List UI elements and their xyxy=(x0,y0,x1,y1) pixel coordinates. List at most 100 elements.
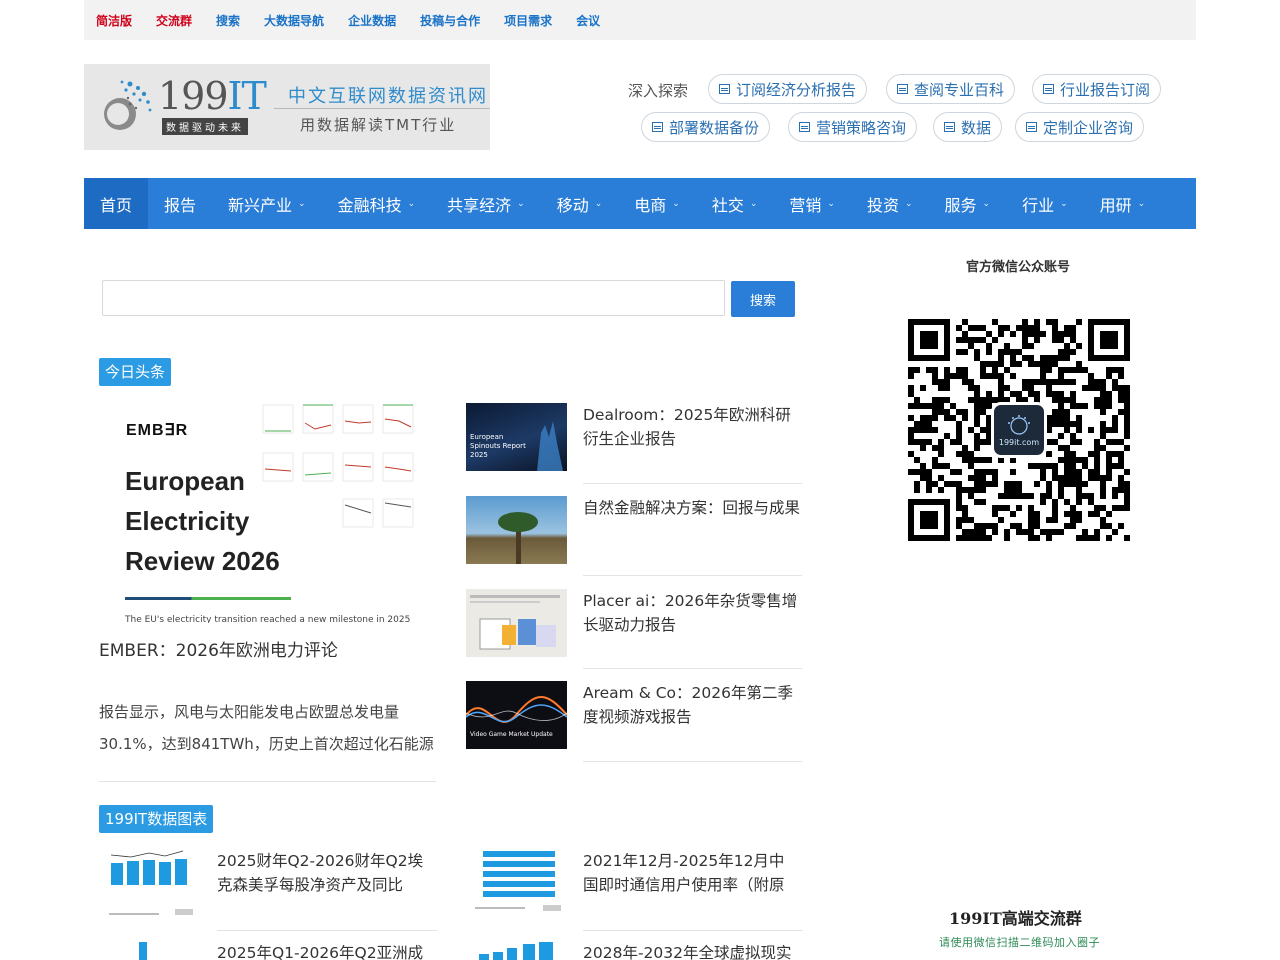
chevron-down-icon: ⌄ xyxy=(298,198,306,209)
logo-slogan: 用数据解读TMT行业 xyxy=(300,116,457,134)
nav-item-label: 共享经济 xyxy=(447,195,512,215)
nav-item-3[interactable]: 金融科技 ⌄ xyxy=(322,178,432,229)
hbar-chart-thumb xyxy=(475,851,561,911)
nav-item-label: 首页 xyxy=(100,195,133,215)
tree-illustration xyxy=(498,512,538,564)
nav-item-2[interactable]: 新兴产业 ⌄ xyxy=(212,178,322,229)
feature-divider xyxy=(99,781,436,782)
sound-wave-illustration xyxy=(466,696,567,723)
nav-item-label: 服务 xyxy=(944,195,977,215)
explore-pill-label: 行业报告订阅 xyxy=(1060,80,1151,99)
grocery-illustration xyxy=(470,595,560,650)
news-title-1[interactable]: 自然金融解决方案：回报与成果 xyxy=(583,496,803,520)
site-logo[interactable]: 199IT 数据驱动未来 中文互联网数据资讯网 用数据解读TMT行业 xyxy=(84,64,490,150)
explore-pill-2[interactable]: 行业报告订阅 xyxy=(1032,74,1162,104)
chevron-down-icon: ⌄ xyxy=(517,198,525,209)
top-link-5[interactable]: 投稿与合作 xyxy=(420,12,480,29)
search-input[interactable] xyxy=(102,280,725,316)
feature-image[interactable]: EMB∃R European Electricity Review 2026 T… xyxy=(99,403,436,623)
news-title-3[interactable]: Aream & Co：2026年第二季度视频游戏报告 xyxy=(583,681,803,729)
news-title-0[interactable]: Dealroom：2025年欧洲科研衍生企业报告 xyxy=(583,403,803,451)
section-tag-headlines: 今日头条 xyxy=(99,358,172,386)
news-thumb-1[interactable] xyxy=(466,496,567,564)
chevron-down-icon: ⌄ xyxy=(904,198,913,209)
news-thumb-3[interactable]: Video Game Market Update xyxy=(466,681,567,749)
explore-pill-label: 查阅专业百科 xyxy=(914,80,1005,99)
nav-item-label: 投资 xyxy=(866,195,899,215)
chart-divider-1 xyxy=(583,930,803,931)
logo-wordmark: 199IT xyxy=(158,74,267,118)
nav-item-5[interactable]: 移动 ⌄ xyxy=(541,178,619,229)
news-thumb-0[interactable]: European Spinouts Report 2025 xyxy=(466,403,567,471)
nav-item-12[interactable]: 用研 ⌄ xyxy=(1084,178,1162,229)
news-title-2[interactable]: Placer ai：2026年杂货零售增长驱动力报告 xyxy=(583,589,803,637)
chevron-down-icon: ⌄ xyxy=(407,198,416,209)
chevron-down-icon: ⌄ xyxy=(1060,198,1068,209)
document-icon xyxy=(944,122,955,132)
nav-item-label: 金融科技 xyxy=(337,195,402,215)
explore-pill-4[interactable]: 营销策略咨询 xyxy=(788,112,918,142)
chevron-down-icon: ⌄ xyxy=(827,198,835,209)
top-link-0[interactable]: 简洁版 xyxy=(96,12,132,29)
nav-item-11[interactable]: 行业 ⌄ xyxy=(1006,178,1084,229)
news-divider-0 xyxy=(583,483,802,484)
document-icon xyxy=(799,122,810,132)
nav-item-7[interactable]: 社交 ⌄ xyxy=(696,178,774,229)
search-button[interactable]: 搜索 xyxy=(731,281,795,317)
chart-divider-0 xyxy=(217,930,437,931)
qr-center-text: 199it.com xyxy=(998,437,1040,447)
chevron-down-icon: ⌄ xyxy=(982,198,991,209)
dandelion-icon xyxy=(1008,414,1030,435)
top-link-4[interactable]: 企业数据 xyxy=(348,12,396,29)
chart-title-3[interactable]: 2028年-2032年全球虚拟现实 xyxy=(583,941,797,960)
mini-charts-graphic xyxy=(262,404,414,528)
nav-item-label: 新兴产业 xyxy=(228,195,293,215)
nav-item-10[interactable]: 服务 ⌄ xyxy=(929,178,1007,229)
chevron-down-icon: ⌄ xyxy=(749,198,758,209)
explore-label: 深入探索 xyxy=(628,82,689,100)
feature-title-link[interactable]: EMBER：2026年欧洲电力评论 xyxy=(99,636,338,661)
group-title: 199IT高端交流群 xyxy=(949,909,1082,928)
nav-item-9[interactable]: 投资 ⌄ xyxy=(851,178,929,229)
chart-thumb-2[interactable] xyxy=(103,942,199,960)
explore-pill-3[interactable]: 部署数据备份 xyxy=(641,112,771,142)
nav-item-6[interactable]: 电商 ⌄ xyxy=(618,178,696,229)
logo-divider xyxy=(274,108,490,109)
chart-title-1[interactable]: 2021年12月-2025年12月中国即时通信用户使用率（附原数据表） xyxy=(583,849,797,897)
document-icon xyxy=(652,122,663,132)
explore-pill-5[interactable]: 数据 xyxy=(933,112,1003,142)
top-link-1[interactable]: 交流群 xyxy=(156,12,192,29)
news-thumb-2[interactable] xyxy=(466,589,567,657)
nav-item-1[interactable]: 报告 xyxy=(148,178,212,229)
main-nav: 首页 报告 新兴产业 ⌄ 金融科技 ⌄ 共享经济 ⌄ 移动 ⌄ 电商 ⌄ 社交 ⌄ 营销 ⌄ 投资 ⌄ 服务 ⌄ 行业 ⌄… xyxy=(84,178,1196,229)
top-link-6[interactable]: 项目需求 xyxy=(504,12,552,29)
news-thumb-0-caption: European Spinouts Report 2025 xyxy=(470,433,526,459)
section-tag-charts: 199IT数据图表 xyxy=(99,805,214,833)
nav-item-label: 社交 xyxy=(711,195,744,215)
explore-pill-label: 部署数据备份 xyxy=(669,118,760,137)
chart-thumb-1[interactable] xyxy=(469,847,565,919)
document-icon xyxy=(1026,122,1037,132)
ember-cover-title: European Electricity Review 2026 xyxy=(125,466,280,576)
nav-item-label: 移动 xyxy=(556,195,589,215)
top-link-3[interactable]: 大数据导航 xyxy=(264,12,324,29)
bar-chart-thumb xyxy=(479,942,553,960)
nav-item-0[interactable]: 首页 xyxy=(84,178,149,229)
explore-pill-6[interactable]: 定制企业咨询 xyxy=(1015,112,1145,142)
nav-item-4[interactable]: 共享经济 ⌄ xyxy=(431,178,541,229)
top-link-2[interactable]: 搜索 xyxy=(216,12,240,29)
chart-thumb-3[interactable] xyxy=(469,942,565,960)
top-link-7[interactable]: 会议 xyxy=(576,12,600,29)
chevron-down-icon: ⌄ xyxy=(1137,198,1146,209)
bar-chart-thumb xyxy=(109,850,193,915)
nav-item-8[interactable]: 营销 ⌄ xyxy=(773,178,851,229)
explore-pill-1[interactable]: 查阅专业百科 xyxy=(886,74,1016,104)
castle-illustration xyxy=(537,421,563,471)
chart-title-2[interactable]: 2025年Q1-2026年Q2亚洲成长 xyxy=(217,941,431,960)
explore-pill-0[interactable]: 订阅经济分析报告 xyxy=(708,74,868,104)
chart-title-0[interactable]: 2025财年Q2-2026财年Q2埃克森美孚每股净资产及同比（附原数据表） xyxy=(217,849,431,897)
chart-thumb-0[interactable] xyxy=(103,847,199,919)
feature-description: 报告显示，风电与太阳能发电占欧盟总发电量30.1%，达到841TWh，历史上首次… xyxy=(99,703,434,753)
logo-dandelion-icon xyxy=(104,80,152,130)
logo-tagline: 数据驱动未来 xyxy=(162,118,248,135)
